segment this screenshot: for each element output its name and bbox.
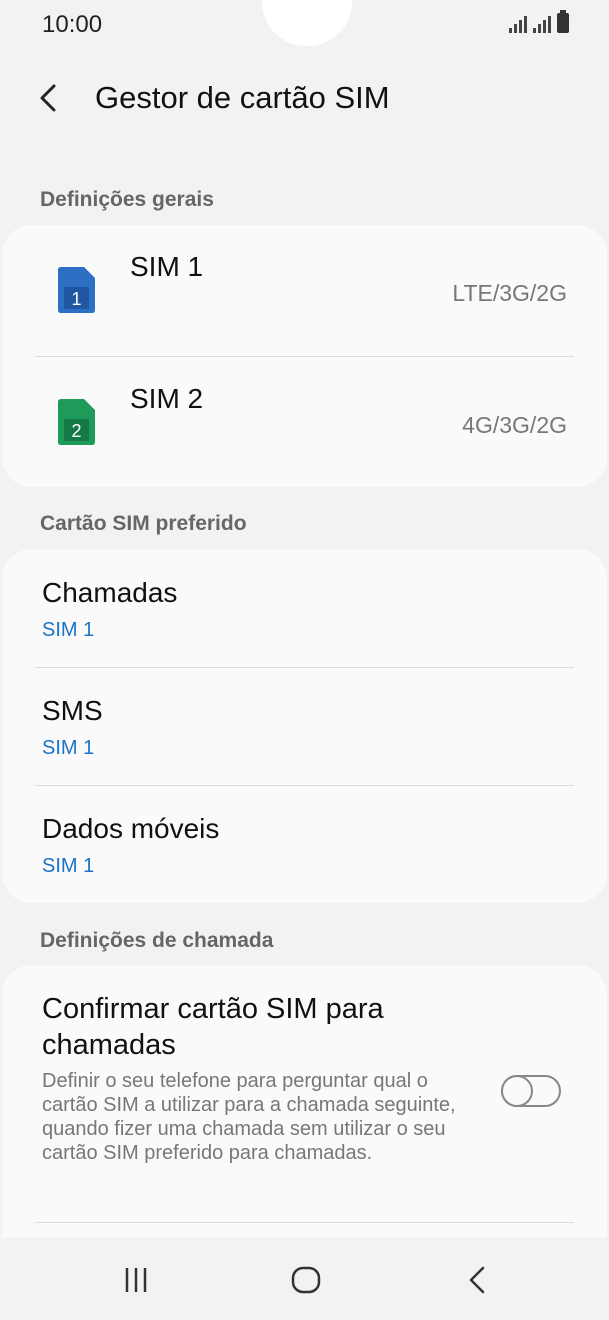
sim-name: SIM 1 [130, 251, 204, 282]
phone-screen: 10:00 Gestor de cartão SIM Definições ge… [0, 0, 609, 1320]
sim-card-icon: 2 [58, 399, 95, 445]
battery-icon [557, 10, 569, 33]
sim-list-card: 1 SIM 1 LTE/3G/2G 2 SIM 2 4G/3G/2G [2, 225, 607, 487]
setting-description: Definir o seu telefone para perguntar qu… [42, 1070, 456, 1164]
sim-badge: 2 [71, 421, 81, 441]
back-arrow-icon[interactable] [34, 78, 64, 118]
app-header: Gestor de cartão SIM [0, 70, 609, 130]
recent-apps-icon[interactable] [116, 1260, 156, 1300]
status-bar: 10:00 [0, 0, 609, 50]
home-icon[interactable] [286, 1260, 326, 1300]
preferred-sms-item[interactable]: SMS SIM 1 [2, 667, 607, 785]
item-title: Chamadas [42, 577, 178, 608]
item-title: Dados móveis [42, 813, 220, 844]
status-time: 10:00 [42, 11, 103, 38]
back-icon[interactable] [457, 1260, 497, 1300]
setting-title: Confirmar cartão SIM para chamadas [42, 993, 384, 1061]
divider [35, 1222, 574, 1223]
sim-network-types: 4G/3G/2G [462, 412, 567, 438]
confirm-sim-setting[interactable]: Confirmar cartão SIM para chamadas Defin… [2, 965, 607, 1222]
page-title: Gestor de cartão SIM [95, 80, 390, 115]
preferred-mobile-data-item[interactable]: Dados móveis SIM 1 [2, 785, 607, 903]
item-value: SIM 1 [42, 619, 95, 641]
sim-name: SIM 2 [130, 383, 204, 414]
item-value: SIM 1 [42, 855, 95, 877]
camera-notch [262, 0, 352, 46]
signal-icon [533, 15, 551, 33]
section-header-general: Definições gerais [40, 188, 214, 211]
item-title: SMS [42, 695, 103, 726]
sim-row-2[interactable]: 2 SIM 2 4G/3G/2G [2, 357, 607, 487]
item-value: SIM 1 [42, 737, 95, 759]
section-header-preferred: Cartão SIM preferido [40, 512, 247, 535]
sim-row-1[interactable]: 1 SIM 1 LTE/3G/2G [2, 225, 607, 355]
confirm-sim-toggle[interactable] [501, 1075, 561, 1107]
toggle-knob [501, 1075, 533, 1107]
sim-badge: 1 [71, 289, 81, 309]
call-settings-card: Confirmar cartão SIM para chamadas Defin… [2, 965, 607, 1265]
system-nav-bar [0, 1238, 609, 1320]
section-header-call-settings: Definições de chamada [40, 929, 274, 952]
preferred-calls-item[interactable]: Chamadas SIM 1 [2, 549, 607, 667]
sim-card-icon: 1 [58, 267, 95, 313]
signal-icon [509, 15, 527, 33]
preferred-sim-card: Chamadas SIM 1 SMS SIM 1 Dados móveis SI… [2, 549, 607, 903]
status-icons [509, 10, 569, 33]
sim-network-types: LTE/3G/2G [452, 280, 567, 306]
